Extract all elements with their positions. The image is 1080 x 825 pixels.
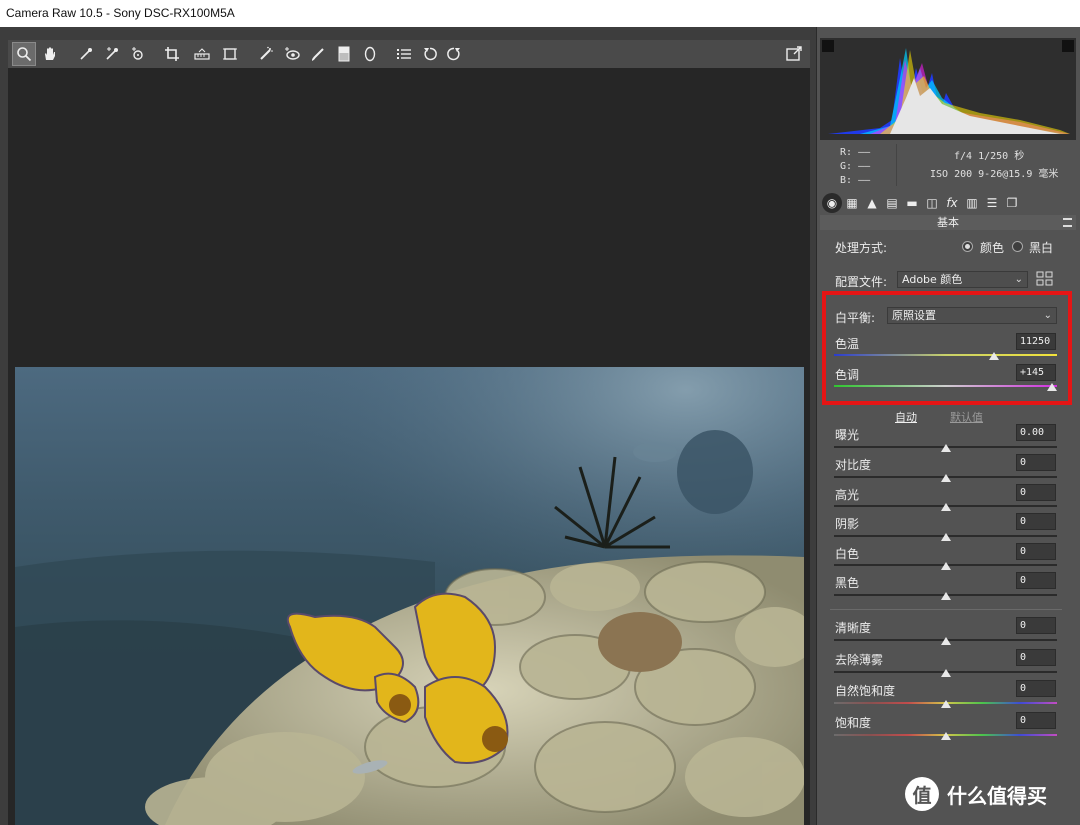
red-eye-icon[interactable] (280, 42, 304, 66)
whites-input[interactable]: 0 (1016, 543, 1056, 560)
watermark: 值 什么值得买 (905, 777, 1047, 811)
slider-label: 自然饱和度 (835, 684, 896, 698)
r-label: R: (840, 147, 853, 158)
slider-label: 黑色 (835, 576, 860, 590)
eyedropper-icon[interactable] (74, 42, 98, 66)
clarity-input[interactable]: 0 (1016, 617, 1056, 634)
default-link[interactable]: 默认值 (950, 409, 983, 425)
treatment-label: 处理方式: (835, 241, 888, 255)
spot-removal-icon[interactable] (254, 42, 278, 66)
panel-menu-icon[interactable] (1063, 218, 1072, 227)
slider-label: 去除薄雾 (835, 653, 884, 667)
camera-info: R: —— G: —— B: —— f/4 1/250 秒 ISO 200 9-… (820, 140, 1076, 190)
profile-browser-grid-icon[interactable] (1036, 271, 1054, 287)
contrast-slider-thumb[interactable] (941, 474, 951, 482)
adjustment-brush-icon[interactable] (306, 42, 330, 66)
clarity-slider-thumb[interactable] (941, 637, 951, 645)
panel-tabs: ◉ ▦ ▲ ▤ ▬ ◫ fx ▥ ☰ ❐ (820, 193, 1076, 215)
tab-presets-icon[interactable]: ☰ (982, 193, 1002, 213)
saturation-slider-thumb[interactable] (941, 732, 951, 740)
toolbar (8, 40, 810, 68)
exposure-slider-thumb[interactable] (941, 444, 951, 452)
highlight-clipping-warning-icon[interactable] (1062, 40, 1074, 52)
rotate-ccw-icon[interactable] (418, 42, 442, 66)
chevron-down-icon: ⌄ (1014, 274, 1023, 285)
panel-header: 基本 (820, 215, 1076, 230)
tab-effects-icon[interactable]: fx (942, 193, 962, 213)
tab-detail-icon[interactable]: ▲ (862, 193, 882, 213)
slider-label: 阴影 (835, 517, 860, 531)
preferences-icon[interactable] (392, 42, 416, 66)
tab-basic-icon[interactable]: ◉ (822, 193, 842, 213)
dehaze-input[interactable]: 0 (1016, 649, 1056, 666)
shadows-slider-thumb[interactable] (941, 533, 951, 541)
slider-label: 白色 (835, 547, 860, 561)
photo-preview[interactable] (15, 367, 804, 825)
profile-label: 配置文件: (835, 275, 888, 289)
shadow-clipping-warning-icon[interactable] (822, 40, 834, 52)
whites-slider-thumb[interactable] (941, 562, 951, 570)
radial-filter-icon[interactable] (358, 42, 382, 66)
g-label: G: (840, 161, 853, 172)
treatment-color-label: 颜色 (980, 241, 1005, 255)
b-value: —— (858, 175, 871, 186)
underwater-photo-image (15, 367, 804, 825)
slider-label: 清晰度 (835, 621, 872, 635)
transform-icon[interactable] (218, 42, 242, 66)
exposure-info: f/4 1/250 秒 (954, 151, 1025, 162)
lens-info: ISO 200 9-26@15.9 毫米 (930, 169, 1059, 180)
b-label: B: (840, 175, 853, 186)
r-value: —— (858, 147, 871, 158)
g-value: —— (858, 161, 871, 172)
profile-select[interactable]: Adobe 颜色 ⌄ (897, 271, 1028, 288)
blacks-input[interactable]: 0 (1016, 572, 1056, 589)
slider-label: 饱和度 (835, 716, 872, 730)
histogram-graph (828, 48, 1070, 134)
blacks-slider-thumb[interactable] (941, 592, 951, 600)
tab-tone-curve-icon[interactable]: ▦ (842, 193, 862, 213)
watermark-text: 什么值得买 (947, 783, 1047, 808)
color-sampler-icon[interactable] (100, 42, 124, 66)
slider-label: 对比度 (835, 458, 872, 472)
treatment-bw-radio[interactable] (1012, 241, 1023, 252)
tab-hsl-icon[interactable]: ▤ (882, 193, 902, 213)
tab-split-toning-icon[interactable]: ▬ (902, 193, 922, 213)
crop-icon[interactable] (160, 42, 184, 66)
slider-label: 高光 (835, 488, 860, 502)
shadows-input[interactable]: 0 (1016, 513, 1056, 530)
highlights-input[interactable]: 0 (1016, 484, 1056, 501)
rotate-cw-icon[interactable] (442, 42, 466, 66)
profile-value: Adobe 颜色 (902, 273, 963, 286)
exposure-input[interactable]: 0.00 (1016, 424, 1056, 441)
vibrance-slider-thumb[interactable] (941, 700, 951, 708)
targeted-adjustment-icon[interactable] (126, 42, 150, 66)
histogram (820, 38, 1076, 140)
section-divider (830, 609, 1062, 610)
watermark-logo-icon: 值 (905, 777, 939, 811)
fullscreen-icon[interactable] (782, 42, 806, 66)
tab-calibration-icon[interactable]: ▥ (962, 193, 982, 213)
straighten-icon[interactable] (190, 42, 214, 66)
treatment-bw-label: 黑白 (1029, 241, 1054, 255)
vibrance-input[interactable]: 0 (1016, 680, 1056, 697)
auto-link[interactable]: 自动 (895, 409, 917, 425)
highlight-annotation-box (822, 291, 1072, 405)
contrast-input[interactable]: 0 (1016, 454, 1056, 471)
highlights-slider-thumb[interactable] (941, 503, 951, 511)
tab-lens-icon[interactable]: ◫ (922, 193, 942, 213)
window-title: Camera Raw 10.5 - Sony DSC-RX100M5A (0, 0, 1080, 27)
zoom-icon[interactable] (12, 42, 36, 66)
treatment-color-radio[interactable] (962, 241, 973, 252)
graduated-filter-icon[interactable] (332, 42, 356, 66)
slider-label: 曝光 (835, 428, 860, 442)
saturation-input[interactable]: 0 (1016, 712, 1056, 729)
section-title: 基本 (937, 216, 959, 229)
dehaze-slider-thumb[interactable] (941, 669, 951, 677)
tab-snapshots-icon[interactable]: ❐ (1002, 193, 1022, 213)
info-divider (896, 144, 897, 186)
hand-icon[interactable] (38, 42, 62, 66)
